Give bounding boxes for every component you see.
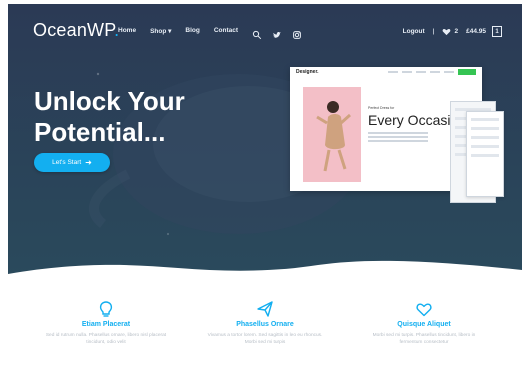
woman-illustration bbox=[316, 101, 351, 172]
mockup-nav-item bbox=[416, 71, 426, 73]
instagram-icon[interactable] bbox=[292, 27, 302, 39]
menu-item-blog[interactable]: Blog bbox=[185, 27, 199, 37]
theme-preview-mockup: Designer. Perfect Dress for Every Occasi… bbox=[290, 67, 504, 203]
logout-link[interactable]: Logout bbox=[403, 28, 425, 35]
menu-item-home[interactable]: Home bbox=[118, 27, 136, 37]
mockup-nav bbox=[388, 69, 476, 75]
mockup-nav-item bbox=[444, 71, 454, 73]
heart-icon bbox=[416, 303, 432, 317]
mockup-brand: Designer. bbox=[296, 69, 319, 75]
mockup-nav-item bbox=[402, 71, 412, 73]
mockup-nav-button bbox=[458, 69, 476, 75]
account-cart-nav: Logout | 2 £44.95 1 bbox=[403, 26, 502, 37]
feature-3: Quisque Aliquet Morbi sed mi turpis. Pha… bbox=[344, 300, 504, 346]
twitter-icon[interactable] bbox=[272, 27, 282, 38]
mockup-nav-item bbox=[388, 71, 398, 73]
cart-count-badge[interactable]: 1 bbox=[492, 26, 502, 37]
feature-1-title: Etiam Placerat bbox=[81, 321, 131, 328]
features-section: Etiam Placerat Sed id rutrum nulla. Phas… bbox=[8, 300, 522, 380]
feature-2: Phasellus Ornare Vivamus a tortor lorem.… bbox=[185, 300, 345, 346]
menu-item-shop[interactable]: Shop ▾ bbox=[150, 27, 171, 37]
mockup-hero-image bbox=[303, 87, 361, 182]
hero-title-line-2: Potential... bbox=[34, 117, 166, 147]
lightbulb-icon bbox=[99, 301, 113, 317]
search-icon[interactable] bbox=[252, 27, 262, 40]
mockup-nav-item bbox=[430, 71, 440, 73]
feature-1: Etiam Placerat Sed id rutrum nulla. Phas… bbox=[26, 300, 186, 346]
menu-item-contact[interactable]: Contact bbox=[214, 27, 238, 37]
mockup-header: Designer. bbox=[290, 67, 482, 77]
feature-3-title: Quisque Aliquet bbox=[397, 321, 451, 328]
wishlist-link[interactable]: 2 bbox=[442, 28, 458, 36]
hero-bottom-wave bbox=[8, 260, 522, 280]
paper-plane-icon bbox=[257, 301, 273, 317]
menu-item-shop-label: Shop bbox=[150, 28, 167, 35]
hero-title-line-1: Unlock Your bbox=[34, 86, 185, 116]
nav-separator: | bbox=[432, 28, 435, 35]
chevron-down-icon: ▾ bbox=[168, 28, 172, 35]
feature-2-title: Phasellus Ornare bbox=[236, 321, 294, 328]
mockup-customizer-subpanel bbox=[466, 111, 504, 197]
cart-total[interactable]: £44.95 bbox=[466, 28, 486, 35]
arrow-right-icon: ➜ bbox=[85, 158, 92, 167]
hero-title: Unlock Your Potential... bbox=[34, 86, 185, 148]
wishlist-count: 2 bbox=[454, 28, 459, 35]
lets-start-button[interactable]: Let's Start ➜ bbox=[34, 153, 110, 172]
feature-2-text: Vivamus a tortor lorem. Sed sagittis in … bbox=[207, 333, 323, 345]
hero-section: OceanWP. Home Shop ▾ Blog Contact Logout… bbox=[8, 4, 522, 280]
logo-text: OceanWP bbox=[33, 20, 115, 40]
feature-3-text: Morbi sed mi turpis. Phasellus tincidunt… bbox=[372, 333, 476, 345]
top-navbar: OceanWP. Home Shop ▾ Blog Contact Logout… bbox=[8, 4, 522, 56]
site-logo[interactable]: OceanWP. bbox=[33, 20, 119, 41]
lets-start-label: Let's Start bbox=[52, 159, 82, 166]
main-menu: Home Shop ▾ Blog Contact bbox=[118, 27, 312, 40]
heart-icon bbox=[443, 28, 451, 35]
feature-1-text: Sed id rutrum nulla. Phasellus ornare, l… bbox=[45, 333, 167, 345]
